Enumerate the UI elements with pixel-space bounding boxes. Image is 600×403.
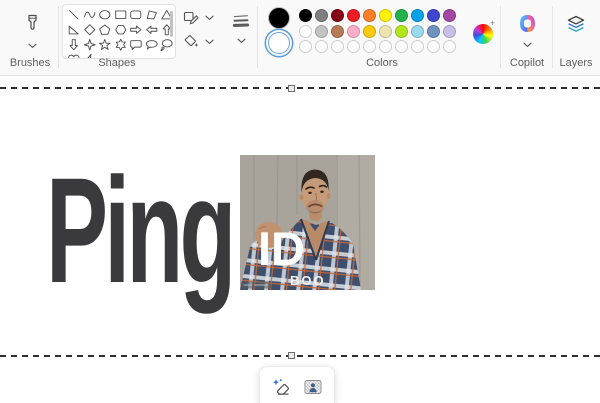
custom-color-slot[interactable] xyxy=(379,40,392,53)
custom-color-slot[interactable] xyxy=(411,40,424,53)
ribbon: Brushes xyxy=(0,0,600,76)
remove-background-icon xyxy=(302,376,324,401)
palette-color-swatch[interactable] xyxy=(331,25,344,38)
custom-color-slot[interactable] xyxy=(347,40,360,53)
shape-size-button[interactable] xyxy=(229,12,253,32)
shape-star-six-icon[interactable] xyxy=(113,37,129,52)
paint-app-window: Brushes xyxy=(0,0,600,403)
shape-arrow-left-icon[interactable] xyxy=(144,22,160,37)
custom-color-slot[interactable] xyxy=(331,40,344,53)
shape-fill-button[interactable] xyxy=(182,33,200,51)
palette-color-swatch[interactable] xyxy=(331,9,344,22)
shape-outline-chevron-down-icon[interactable] xyxy=(203,13,215,22)
shapes-scrollbar[interactable] xyxy=(170,11,173,37)
color1-swatch[interactable] xyxy=(268,7,290,29)
shape-outline-button[interactable] xyxy=(182,9,200,27)
group-divider xyxy=(552,6,553,68)
shape-oval-icon[interactable] xyxy=(97,7,113,22)
group-divider xyxy=(257,6,258,68)
shapes-gallery xyxy=(62,4,176,59)
palette-color-swatch[interactable] xyxy=(379,9,392,22)
layers-group-label: Layers xyxy=(554,57,598,69)
shape-speech-bubble-oval-icon[interactable] xyxy=(144,37,160,52)
palette-color-swatch[interactable] xyxy=(299,25,312,38)
brushes-group-label: Brushes xyxy=(0,57,60,69)
meme-overlay-text: ID xyxy=(258,222,305,275)
generative-erase-icon xyxy=(270,376,292,401)
shape-rounded-rectangle-icon[interactable] xyxy=(128,7,144,22)
add-color-plus-icon: + xyxy=(488,19,497,28)
copilot-group-label: Copilot xyxy=(502,57,552,69)
layers-icon xyxy=(565,13,587,38)
shape-curve-icon[interactable] xyxy=(82,7,98,22)
custom-color-slot[interactable] xyxy=(443,40,456,53)
shape-thought-bubble-icon[interactable] xyxy=(159,37,175,52)
shape-fill-chevron-down-icon[interactable] xyxy=(203,37,215,46)
palette-color-swatch[interactable] xyxy=(363,9,376,22)
shape-outline-icon xyxy=(183,9,199,28)
palette-color-swatch[interactable] xyxy=(315,25,328,38)
palette-color-swatch[interactable] xyxy=(427,9,440,22)
colors-group-label: Colors xyxy=(262,57,502,69)
brush-icon xyxy=(24,13,41,36)
palette-color-swatch[interactable] xyxy=(363,25,376,38)
palette-color-swatch[interactable] xyxy=(347,25,360,38)
group-divider xyxy=(500,6,501,68)
generative-erase-button[interactable] xyxy=(268,375,294,401)
palette-color-swatch[interactable] xyxy=(443,9,456,22)
palette-color-swatch[interactable] xyxy=(347,9,360,22)
edit-color-button[interactable]: + xyxy=(473,24,493,44)
palette-color-swatch[interactable] xyxy=(379,25,392,38)
meme-caption-text: BOO xyxy=(290,273,326,288)
custom-color-slot[interactable] xyxy=(299,40,312,53)
copilot-button[interactable] xyxy=(515,13,539,37)
shape-star-five-icon[interactable] xyxy=(97,37,113,52)
shape-star-four-icon[interactable] xyxy=(82,37,98,52)
copilot-chevron-down-icon[interactable] xyxy=(521,40,533,49)
palette-color-swatch[interactable] xyxy=(315,9,328,22)
custom-color-slot[interactable] xyxy=(315,40,328,53)
shape-arrow-right-icon[interactable] xyxy=(128,22,144,37)
pasted-meme-image: ID BOO xyxy=(240,155,375,290)
selection-marquee-top xyxy=(0,87,600,89)
shape-rectangle-icon[interactable] xyxy=(113,7,129,22)
color2-swatch[interactable] xyxy=(268,32,290,54)
brushes-button[interactable] xyxy=(18,11,46,38)
shape-pentagon-icon[interactable] xyxy=(97,22,113,37)
custom-color-slot[interactable] xyxy=(427,40,440,53)
selection-marquee-bottom xyxy=(0,355,600,357)
brushes-chevron-down-icon[interactable] xyxy=(25,41,39,50)
palette-color-swatch[interactable] xyxy=(443,25,456,38)
layers-button[interactable] xyxy=(563,12,589,38)
shape-arrow-down-icon[interactable] xyxy=(66,37,82,52)
remove-background-button[interactable] xyxy=(300,375,326,401)
palette-color-swatch[interactable] xyxy=(395,9,408,22)
shape-hexagon-icon[interactable] xyxy=(113,22,129,37)
shape-fill-icon xyxy=(183,33,199,52)
copilot-icon xyxy=(517,13,538,37)
palette-color-swatch[interactable] xyxy=(299,9,312,22)
shape-size-icon xyxy=(231,12,251,32)
group-divider xyxy=(58,6,59,68)
custom-color-slot[interactable] xyxy=(395,40,408,53)
ping-logo-text: Ping xyxy=(46,155,233,305)
color-palette xyxy=(299,9,456,56)
shape-speech-bubble-rounded-icon[interactable] xyxy=(128,37,144,52)
shape-right-triangle-icon[interactable] xyxy=(66,22,82,37)
shape-diamond-icon[interactable] xyxy=(82,22,98,37)
palette-color-swatch[interactable] xyxy=(411,25,424,38)
selection-handle-bottom[interactable] xyxy=(288,352,295,359)
selection-handle-top[interactable] xyxy=(288,85,295,92)
shape-size-chevron-down-icon[interactable] xyxy=(235,36,247,45)
palette-color-swatch[interactable] xyxy=(395,25,408,38)
shape-polygon-icon[interactable] xyxy=(144,7,160,22)
palette-color-swatch[interactable] xyxy=(427,25,440,38)
selection-floating-toolbar xyxy=(259,366,335,403)
shapes-group-label: Shapes xyxy=(62,57,172,69)
shape-line-icon[interactable] xyxy=(66,7,82,22)
palette-color-swatch[interactable] xyxy=(411,9,424,22)
custom-color-slot[interactable] xyxy=(363,40,376,53)
